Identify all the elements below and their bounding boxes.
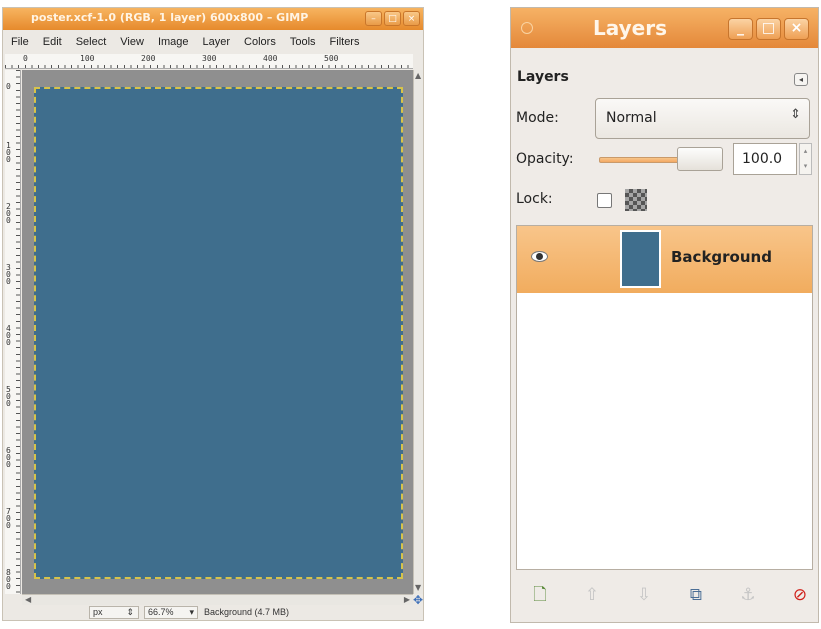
ruler-label: 0 — [23, 54, 28, 63]
ruler-label: 100 — [6, 141, 11, 164]
lock-alpha-icon[interactable] — [625, 189, 647, 211]
updown-icon: ⇕ — [790, 107, 801, 122]
lock-label: Lock: — [516, 191, 553, 207]
layer-name[interactable]: Background — [671, 248, 772, 266]
vertical-scrollbar[interactable]: ▲ ▼ — [413, 70, 423, 594]
ruler-label: 400 — [263, 54, 278, 63]
layer-row[interactable]: Background — [517, 226, 812, 293]
ruler-label: 500 — [324, 54, 339, 63]
unit-select[interactable]: px ⇕ — [89, 606, 139, 619]
layers-dialog-titlebar[interactable]: Layers _ □ × — [511, 8, 818, 48]
horizontal-ruler[interactable]: 0 100 200 300 400 500 — [5, 54, 413, 69]
scroll-right-icon[interactable]: ▶ — [404, 596, 410, 604]
opacity-slider-handle[interactable] — [677, 147, 723, 171]
menu-filters[interactable]: Filters — [322, 36, 366, 48]
ruler-label: 700 — [6, 507, 11, 530]
layer-list[interactable]: Background — [516, 225, 813, 570]
maximize-icon[interactable]: □ — [756, 18, 781, 40]
minimize-icon[interactable]: – — [365, 11, 382, 26]
scroll-left-icon[interactable]: ◀ — [25, 596, 31, 604]
ruler-label: 300 — [6, 263, 11, 286]
image-window: poster.xcf-1.0 (RGB, 1 layer) 600x800 – … — [2, 7, 424, 621]
menu-tools[interactable]: Tools — [282, 36, 322, 48]
eye-icon[interactable] — [531, 251, 548, 262]
horizontal-scrollbar[interactable]: ◀ ▶ — [22, 594, 413, 605]
mode-value: Normal — [606, 110, 657, 126]
ruler-label: 500 — [6, 385, 11, 408]
window-menu-icon[interactable] — [521, 22, 533, 34]
new-layer-icon[interactable]: 🗋 — [528, 583, 552, 607]
mode-select[interactable]: Normal ⇕ — [595, 98, 810, 139]
anchor-layer-icon[interactable]: ⚓ — [736, 583, 760, 607]
scroll-down-icon[interactable]: ▼ — [415, 584, 421, 592]
zoom-value: 66.7% — [148, 607, 174, 617]
chevron-down-icon: ▾ — [189, 607, 194, 617]
layers-dialog: Layers _ □ × Layers ◂ Mode: Normal ⇕ Opa… — [510, 7, 819, 623]
menubar: File Edit Select View Image Layer Colors… — [3, 32, 423, 52]
mode-label: Mode: — [516, 110, 559, 126]
minimize-icon[interactable]: _ — [728, 18, 753, 40]
menu-file[interactable]: File — [3, 36, 35, 48]
opacity-label: Opacity: — [516, 151, 574, 167]
menu-select[interactable]: Select — [68, 36, 113, 48]
zoom-select[interactable]: 66.7% ▾ — [144, 606, 198, 619]
ruler-label: 400 — [6, 324, 11, 347]
ruler-label: 100 — [80, 54, 95, 63]
menu-image[interactable]: Image — [150, 36, 195, 48]
vertical-ruler[interactable]: 0 100 200 300 400 500 600 700 800 — [5, 70, 21, 594]
menu-colors[interactable]: Colors — [236, 36, 282, 48]
menu-layer[interactable]: Layer — [195, 36, 237, 48]
tab-menu-icon[interactable]: ◂ — [794, 73, 808, 86]
scroll-up-icon[interactable]: ▲ — [415, 72, 421, 80]
dialog-heading: Layers — [517, 69, 569, 85]
layers-toolbar: 🗋 ⇧ ⇩ ⧉ ⚓ ⊘ — [516, 573, 813, 619]
image-canvas[interactable] — [34, 87, 403, 579]
status-message: Background (4.7 MB) — [204, 607, 290, 617]
ruler-label: 600 — [6, 446, 11, 469]
navigate-icon[interactable]: ✥ — [413, 593, 423, 607]
lock-pixels-checkbox[interactable] — [597, 193, 612, 208]
delete-layer-icon[interactable]: ⊘ — [788, 583, 812, 607]
ruler-label: 300 — [202, 54, 217, 63]
layer-thumbnail — [620, 230, 661, 288]
ruler-label: 800 — [6, 568, 11, 591]
updown-icon: ⇕ — [126, 607, 134, 617]
unit-value: px — [93, 607, 103, 617]
ruler-label: 200 — [141, 54, 156, 63]
menu-view[interactable]: View — [112, 36, 150, 48]
close-icon[interactable]: × — [403, 11, 420, 26]
ruler-label: 200 — [6, 202, 11, 225]
image-window-titlebar[interactable]: poster.xcf-1.0 (RGB, 1 layer) 600x800 – … — [3, 8, 423, 30]
menu-edit[interactable]: Edit — [35, 36, 68, 48]
layers-dialog-title: Layers — [593, 16, 667, 40]
maximize-icon[interactable]: □ — [384, 11, 401, 26]
canvas-area[interactable] — [22, 70, 413, 594]
status-bar: px ⇕ 66.7% ▾ Background (4.7 MB) — [3, 606, 423, 620]
lower-layer-icon[interactable]: ⇩ — [632, 583, 656, 607]
opacity-value: 100.0 — [742, 151, 783, 167]
duplicate-layer-icon[interactable]: ⧉ — [684, 583, 708, 607]
image-window-title: poster.xcf-1.0 (RGB, 1 layer) 600x800 – … — [31, 11, 309, 24]
raise-layer-icon[interactable]: ⇧ — [580, 583, 604, 607]
ruler-label: 0 — [6, 82, 11, 91]
opacity-stepper[interactable]: ▴ ▾ — [799, 143, 812, 175]
close-icon[interactable]: × — [784, 18, 809, 40]
opacity-input[interactable]: 100.0 — [733, 143, 797, 175]
